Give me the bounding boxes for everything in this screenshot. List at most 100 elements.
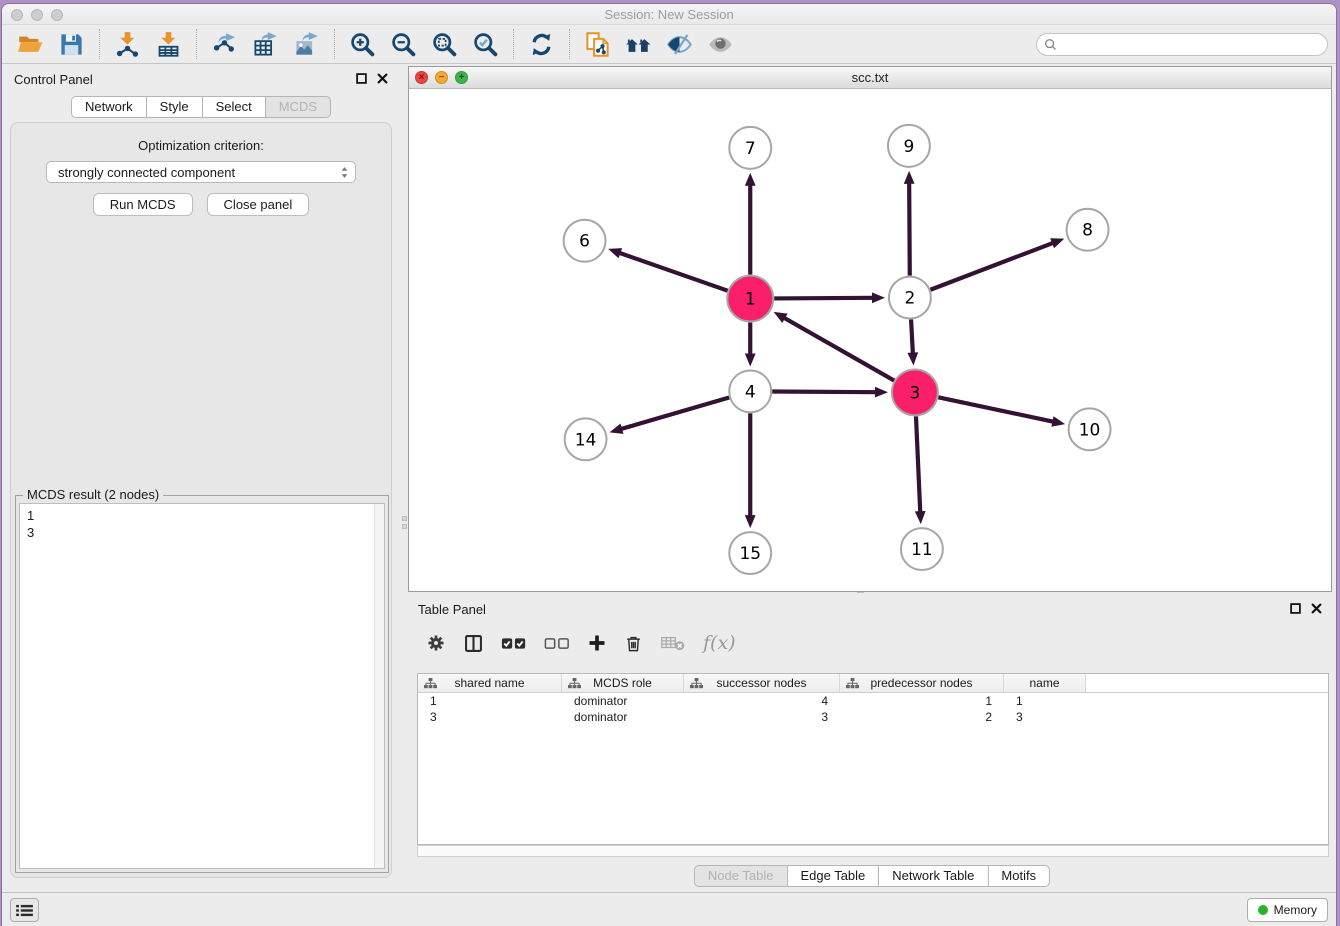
arrowhead-icon	[610, 424, 624, 434]
edge-2-9[interactable]	[909, 182, 910, 276]
save-session-icon[interactable]	[58, 31, 85, 58]
result-scrollbar[interactable]	[374, 504, 384, 868]
arrowhead-icon	[745, 353, 756, 366]
svg-text:1: 1	[745, 289, 756, 309]
show-all-icon[interactable]	[707, 31, 734, 58]
delete-table-icon[interactable]	[660, 634, 686, 652]
node-table[interactable]: shared nameMCDS rolesuccessor nodesprede…	[417, 673, 1329, 845]
svg-text:15: 15	[739, 543, 761, 563]
control-panel-title: Control Panel	[14, 72, 93, 87]
run-mcds-button[interactable]: Run MCDS	[93, 193, 193, 216]
zoom-selected-icon[interactable]	[472, 31, 499, 58]
node-6[interactable]: 6	[564, 220, 606, 262]
main-toolbar	[2, 25, 1336, 64]
node-9[interactable]: 9	[888, 125, 930, 167]
deselect-all-icon[interactable]	[544, 636, 570, 651]
table-hscrollbar[interactable]	[417, 845, 1329, 857]
node-8[interactable]: 8	[1067, 209, 1109, 251]
export-table-icon[interactable]	[252, 31, 279, 58]
import-table-icon[interactable]	[155, 31, 182, 58]
refresh-icon[interactable]	[528, 31, 555, 58]
new-network-from-selection-icon[interactable]	[584, 31, 611, 58]
settings-icon[interactable]	[426, 633, 446, 653]
tab-select[interactable]: Select	[202, 96, 265, 118]
select-all-icon[interactable]	[501, 636, 527, 651]
memory-status-icon	[1258, 905, 1268, 915]
memory-button[interactable]: Memory	[1247, 898, 1328, 922]
zoom-in-icon[interactable]	[349, 31, 376, 58]
tab-node-table[interactable]: Node Table	[694, 865, 787, 887]
cell-predecessor-nodes[interactable]: 2	[840, 709, 1004, 725]
column-header-predecessor-nodes[interactable]: predecessor nodes	[840, 674, 1004, 692]
edge-3-11[interactable]	[916, 416, 920, 513]
column-header-successor-nodes[interactable]: successor nodes	[684, 674, 840, 692]
svg-text:2: 2	[905, 288, 916, 308]
tab-network[interactable]: Network	[71, 96, 146, 118]
cell-shared-name[interactable]: 3	[418, 709, 562, 725]
close-panel-icon[interactable]	[1311, 603, 1322, 614]
float-panel-icon[interactable]	[356, 73, 367, 84]
cell-name[interactable]: 3	[1004, 709, 1086, 725]
edge-4-3[interactable]	[772, 392, 877, 393]
tab-network-table[interactable]: Network Table	[878, 865, 987, 887]
column-header-shared-name[interactable]: shared name	[418, 674, 562, 692]
zoom-fit-icon[interactable]	[431, 31, 458, 58]
edge-2-3[interactable]	[911, 320, 913, 355]
cell-name[interactable]: 1	[1004, 693, 1086, 709]
edge-3-10[interactable]	[938, 397, 1054, 422]
node-1[interactable]: 1	[727, 276, 773, 322]
tab-edge-table[interactable]: Edge Table	[786, 865, 878, 887]
edge-2-8[interactable]	[930, 243, 1054, 290]
svg-text:4: 4	[745, 381, 756, 401]
table-row[interactable]: 3dominator323	[418, 709, 1328, 725]
column-header-name[interactable]: name	[1004, 674, 1086, 692]
task-history-button[interactable]	[10, 898, 39, 922]
edge-4-14[interactable]	[620, 398, 729, 430]
column-header-mcds-role[interactable]: MCDS role	[562, 674, 684, 692]
network-window-title: scc.txt	[409, 70, 1331, 85]
export-network-icon[interactable]	[211, 31, 238, 58]
add-column-icon[interactable]	[587, 633, 607, 653]
optimization-criterion-label: Optimization criterion:	[11, 138, 391, 153]
search-input[interactable]	[1036, 33, 1328, 56]
import-network-icon[interactable]	[114, 31, 141, 58]
float-panel-icon[interactable]	[1290, 603, 1301, 614]
node-4[interactable]: 4	[729, 370, 771, 412]
first-neighbors-icon[interactable]	[625, 31, 652, 58]
tab-style[interactable]: Style	[146, 96, 202, 118]
edge-3-1[interactable]	[783, 317, 894, 380]
tab-mcds[interactable]: MCDS	[265, 96, 331, 118]
control-panel-tabs: NetworkStyleSelectMCDS	[71, 96, 331, 118]
cell-mcds-role[interactable]: dominator	[562, 693, 684, 709]
zoom-out-icon[interactable]	[390, 31, 417, 58]
edge-1-2[interactable]	[774, 298, 874, 299]
table-row[interactable]: 1dominator411	[418, 693, 1328, 709]
cell-shared-name[interactable]: 1	[418, 693, 562, 709]
close-panel-button[interactable]: Close panel	[207, 193, 310, 216]
close-panel-icon[interactable]	[377, 73, 388, 84]
cell-predecessor-nodes[interactable]: 1	[840, 693, 1004, 709]
column-layout-icon[interactable]	[463, 633, 484, 654]
delete-column-icon[interactable]	[624, 633, 643, 654]
node-11[interactable]: 11	[901, 528, 943, 570]
node-7[interactable]: 7	[729, 127, 771, 169]
open-session-icon[interactable]	[17, 31, 44, 58]
cell-mcds-role[interactable]: dominator	[562, 709, 684, 725]
node-15[interactable]: 15	[729, 532, 771, 574]
node-3[interactable]: 3	[892, 369, 938, 415]
export-image-icon[interactable]	[293, 31, 320, 58]
search-field[interactable]	[1057, 35, 1327, 53]
cell-successor-nodes[interactable]: 4	[684, 693, 840, 709]
node-14[interactable]: 14	[565, 418, 607, 460]
mcds-result-box[interactable]: 13	[19, 503, 385, 869]
edge-1-6[interactable]	[618, 253, 727, 291]
tab-motifs[interactable]: Motifs	[987, 865, 1050, 887]
function-builder-icon[interactable]: f(x)	[703, 632, 736, 654]
hide-selected-icon[interactable]	[666, 31, 693, 58]
vertical-splitter[interactable]	[401, 516, 407, 542]
network-canvas[interactable]: 7 9 6 8 1 2 4 3 14 10 15 11	[409, 90, 1331, 591]
node-2[interactable]: 2	[889, 277, 931, 319]
cell-successor-nodes[interactable]: 3	[684, 709, 840, 725]
node-10[interactable]: 10	[1069, 408, 1111, 450]
criterion-dropdown[interactable]: strongly connected component	[46, 161, 356, 183]
